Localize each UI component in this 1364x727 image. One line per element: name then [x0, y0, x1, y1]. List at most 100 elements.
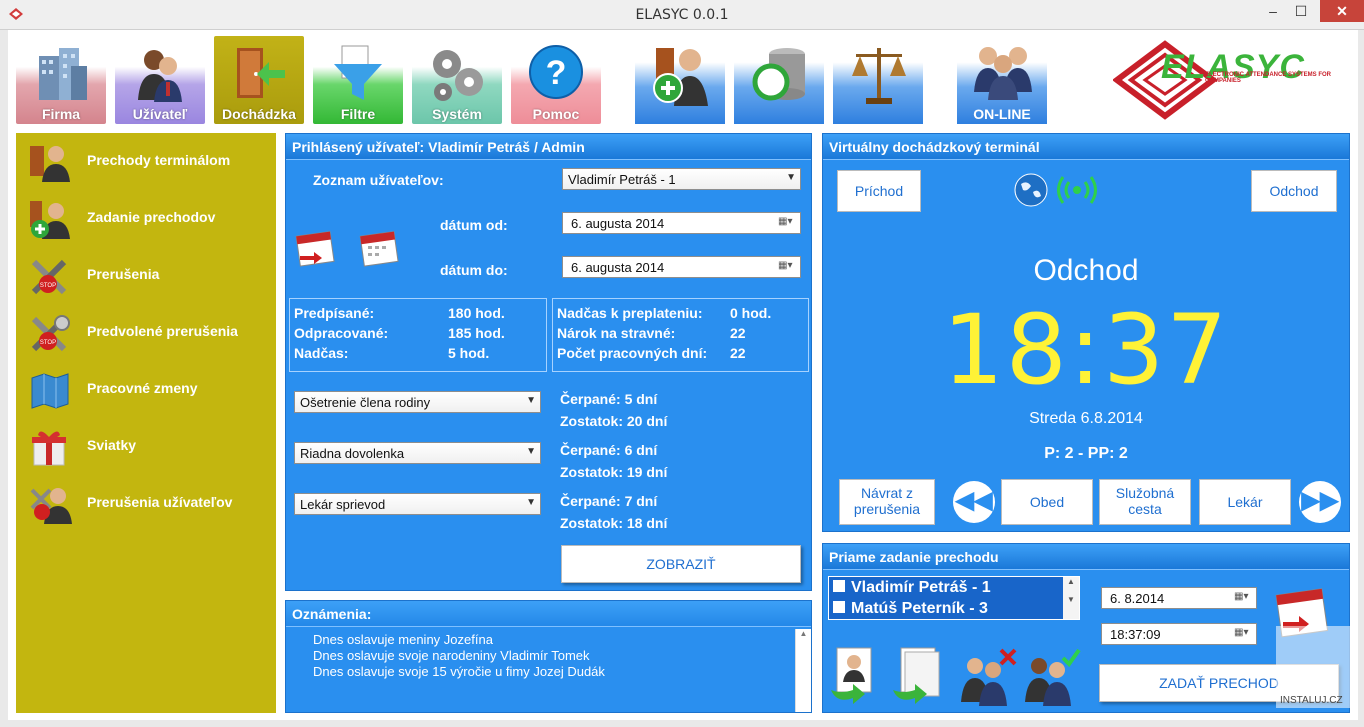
absence-type-select[interactable]: Riadna dovolenka ▼ [294, 442, 541, 464]
toolbar-add-entry-button[interactable] [635, 36, 725, 124]
return-from-break-button[interactable]: Návrat z prerušenia [839, 479, 935, 525]
lunch-button[interactable]: Obed [1001, 479, 1093, 525]
globe-icon [1014, 173, 1048, 207]
sidebar-item-label: Prechody terminálom [87, 152, 231, 168]
departure-button[interactable]: Odchod [1251, 170, 1337, 212]
logo-subtitle: ELECTRONIC ATTENDANCE SYSTEMS FOR COMPAN… [1205, 72, 1332, 84]
sidebar-item-label: Zadanie prechodov [87, 209, 216, 225]
add-user-icon [653, 48, 708, 106]
stat-value: 180 hod. [448, 305, 505, 321]
terminal-counts: P: 2 - PP: 2 [1044, 445, 1128, 462]
toolbar-database-button[interactable] [734, 36, 824, 124]
toolbar-uzivatel-label: Užívateľ [132, 106, 188, 122]
sidebar-item-label: Predvolené prerušenia [87, 323, 238, 339]
toolbar-pomoc-button[interactable]: ? Pomoc [511, 36, 601, 124]
absence-used: Čerpané: 6 dní [560, 442, 658, 458]
direct-date-value: 6. 8.2014 [1110, 591, 1165, 606]
arrival-button[interactable]: Príchod [837, 170, 921, 212]
sidebar-item-label: Sviatky [87, 437, 137, 453]
direct-date-picker[interactable]: 6. 8.2014 ▦▾ [1101, 587, 1257, 609]
gears-icon [433, 50, 483, 101]
terminal-header: Virtuálny dochádzkový terminál [823, 134, 1349, 160]
toolbar-filtre-button[interactable]: Filtre [313, 36, 403, 124]
sidebar-item-label: Pracovné zmeny [87, 380, 198, 396]
toolbar-firma-label: Firma [41, 106, 81, 122]
show-button[interactable]: ZOBRAZIŤ [561, 545, 801, 583]
sidebar: Prechody terminálom Zadanie prechodov ST… [16, 133, 276, 713]
sidebar-item-sviatky[interactable]: Sviatky [28, 425, 268, 469]
stat-label: Nadčas: [294, 345, 349, 361]
absence-type-select[interactable]: Ošetrenie člena rodiny ▼ [294, 391, 541, 413]
scales-icon [852, 48, 906, 104]
notifications-list: Dnes oslavuje meniny Jozefína Dnes oslav… [313, 632, 605, 680]
business-trip-button[interactable]: Služobná cesta [1099, 479, 1191, 525]
calendar-dropdown-icon: ▦▾ [778, 260, 793, 271]
tools-stop-gear-icon: STOP [31, 315, 70, 352]
svg-text:?: ? [546, 54, 567, 92]
users-remove-icon [961, 648, 1017, 706]
toolbar-firma-button[interactable]: Firma [16, 36, 106, 124]
toolbar-pomoc-label: Pomoc [532, 106, 580, 122]
users-select[interactable]: Vladimír Petráš - 1 ▼ [562, 168, 801, 190]
help-icon: ? [529, 45, 583, 99]
sidebar-item-predvolene[interactable]: STOP Predvolené prerušenia [28, 311, 268, 355]
watermark-text: INSTALUJ.CZ [1280, 695, 1343, 706]
sidebar-item-zadanie[interactable]: Zadanie prechodov [28, 197, 268, 241]
notifications-scrollbar[interactable]: ▲ [795, 629, 811, 712]
users-icon [138, 50, 182, 102]
close-button[interactable]: ✕ [1320, 0, 1364, 22]
absence-left: Zostatok: 19 dní [560, 464, 668, 480]
next-arrow-button[interactable]: ▶▶ [1299, 481, 1341, 523]
absence-type-value: Ošetrenie člena rodiny [300, 395, 431, 410]
title-bar: ELASYC 0.0.1 – ☐ ✕ [0, 0, 1364, 30]
sidebar-item-prerusenia[interactable]: STOP Prerušenia [28, 254, 268, 298]
calendar-dropdown-icon: ▦▾ [1234, 627, 1249, 638]
sidebar-item-zmeny[interactable]: Pracovné zmeny [28, 368, 268, 412]
sidebar-item-prechody[interactable]: Prechody terminálom [28, 140, 268, 184]
stat-label: Počet pracovných dní: [557, 345, 708, 361]
filter-icon [334, 45, 382, 100]
hours-summary-box: Predpísané: 180 hod. Odpracované: 185 ho… [289, 298, 547, 372]
direct-time-picker[interactable]: 18:37:09 ▦▾ [1101, 623, 1257, 645]
toolbar-system-button[interactable]: Systém [412, 36, 502, 124]
absence-type-value: Lekár sprievod [300, 497, 386, 512]
toolbar-dochadzka-label: Dochádzka [222, 106, 296, 122]
sidebar-item-label: Prerušenia [87, 266, 160, 282]
toolbar-dochadzka-button[interactable]: Dochádzka [214, 36, 304, 124]
minimize-button[interactable]: – [1258, 0, 1288, 22]
chevron-down-icon: ▼ [786, 172, 796, 183]
notification-item: Dnes oslavuje svoje 15 výročie u fimy Jo… [313, 664, 605, 679]
toolbar-balance-button[interactable] [833, 36, 923, 124]
list-item[interactable]: Vladimír Petráš - 1 [833, 579, 991, 597]
checkbox[interactable] [833, 580, 845, 592]
toolbar-uzivatel-button[interactable]: Užívateľ [115, 36, 205, 124]
sidebar-item-prerusenia-uzivatelov[interactable]: Prerušenia užívateľov [28, 482, 268, 526]
users-select-value: Vladimír Petráš - 1 [568, 172, 676, 187]
stat-value: 22 [730, 325, 746, 341]
sidebar-item-label: Prerušenia užívateľov [87, 494, 233, 510]
direct-time-value: 18:37:09 [1110, 627, 1161, 642]
list-scrollbar[interactable]: ▲ ▼ [1063, 577, 1079, 619]
notifications-header: Oznámenia: [286, 601, 811, 627]
maximize-button[interactable]: ☐ [1288, 0, 1314, 22]
absence-type-select[interactable]: Lekár sprievod ▼ [294, 493, 541, 515]
window-title: ELASYC 0.0.1 [635, 7, 729, 23]
user-name: Matúš Peterník - 3 [851, 600, 988, 617]
svg-text:STOP: STOP [40, 283, 56, 289]
panel-header: Prihlásený užívateľ: Vladimír Petráš / A… [286, 134, 811, 160]
date-to-value: 6. augusta 2014 [571, 260, 665, 275]
absence-left: Zostatok: 20 dní [560, 413, 668, 429]
checkbox[interactable] [833, 601, 845, 613]
extra-summary-box: Nadčas k preplateniu: 0 hod. Nárok na st… [552, 298, 809, 372]
wireless-signal-icon [1057, 176, 1097, 204]
door-arrow-icon [237, 48, 285, 98]
doctor-button[interactable]: Lekár [1199, 479, 1291, 525]
list-item[interactable]: Matúš Peterník - 3 [833, 600, 988, 618]
prev-arrow-button[interactable]: ◀◀ [953, 481, 995, 523]
scroll-up-icon[interactable]: ▲ [796, 629, 811, 638]
date-to-picker[interactable]: 6. augusta 2014 ▦▾ [562, 256, 801, 278]
calendar-from-icon [295, 231, 335, 267]
date-from-picker[interactable]: 6. augusta 2014 ▦▾ [562, 212, 801, 234]
toolbar-online-button[interactable]: ON-LINE [957, 36, 1047, 124]
terminal-date: Streda 6.8.2014 [1029, 410, 1143, 427]
